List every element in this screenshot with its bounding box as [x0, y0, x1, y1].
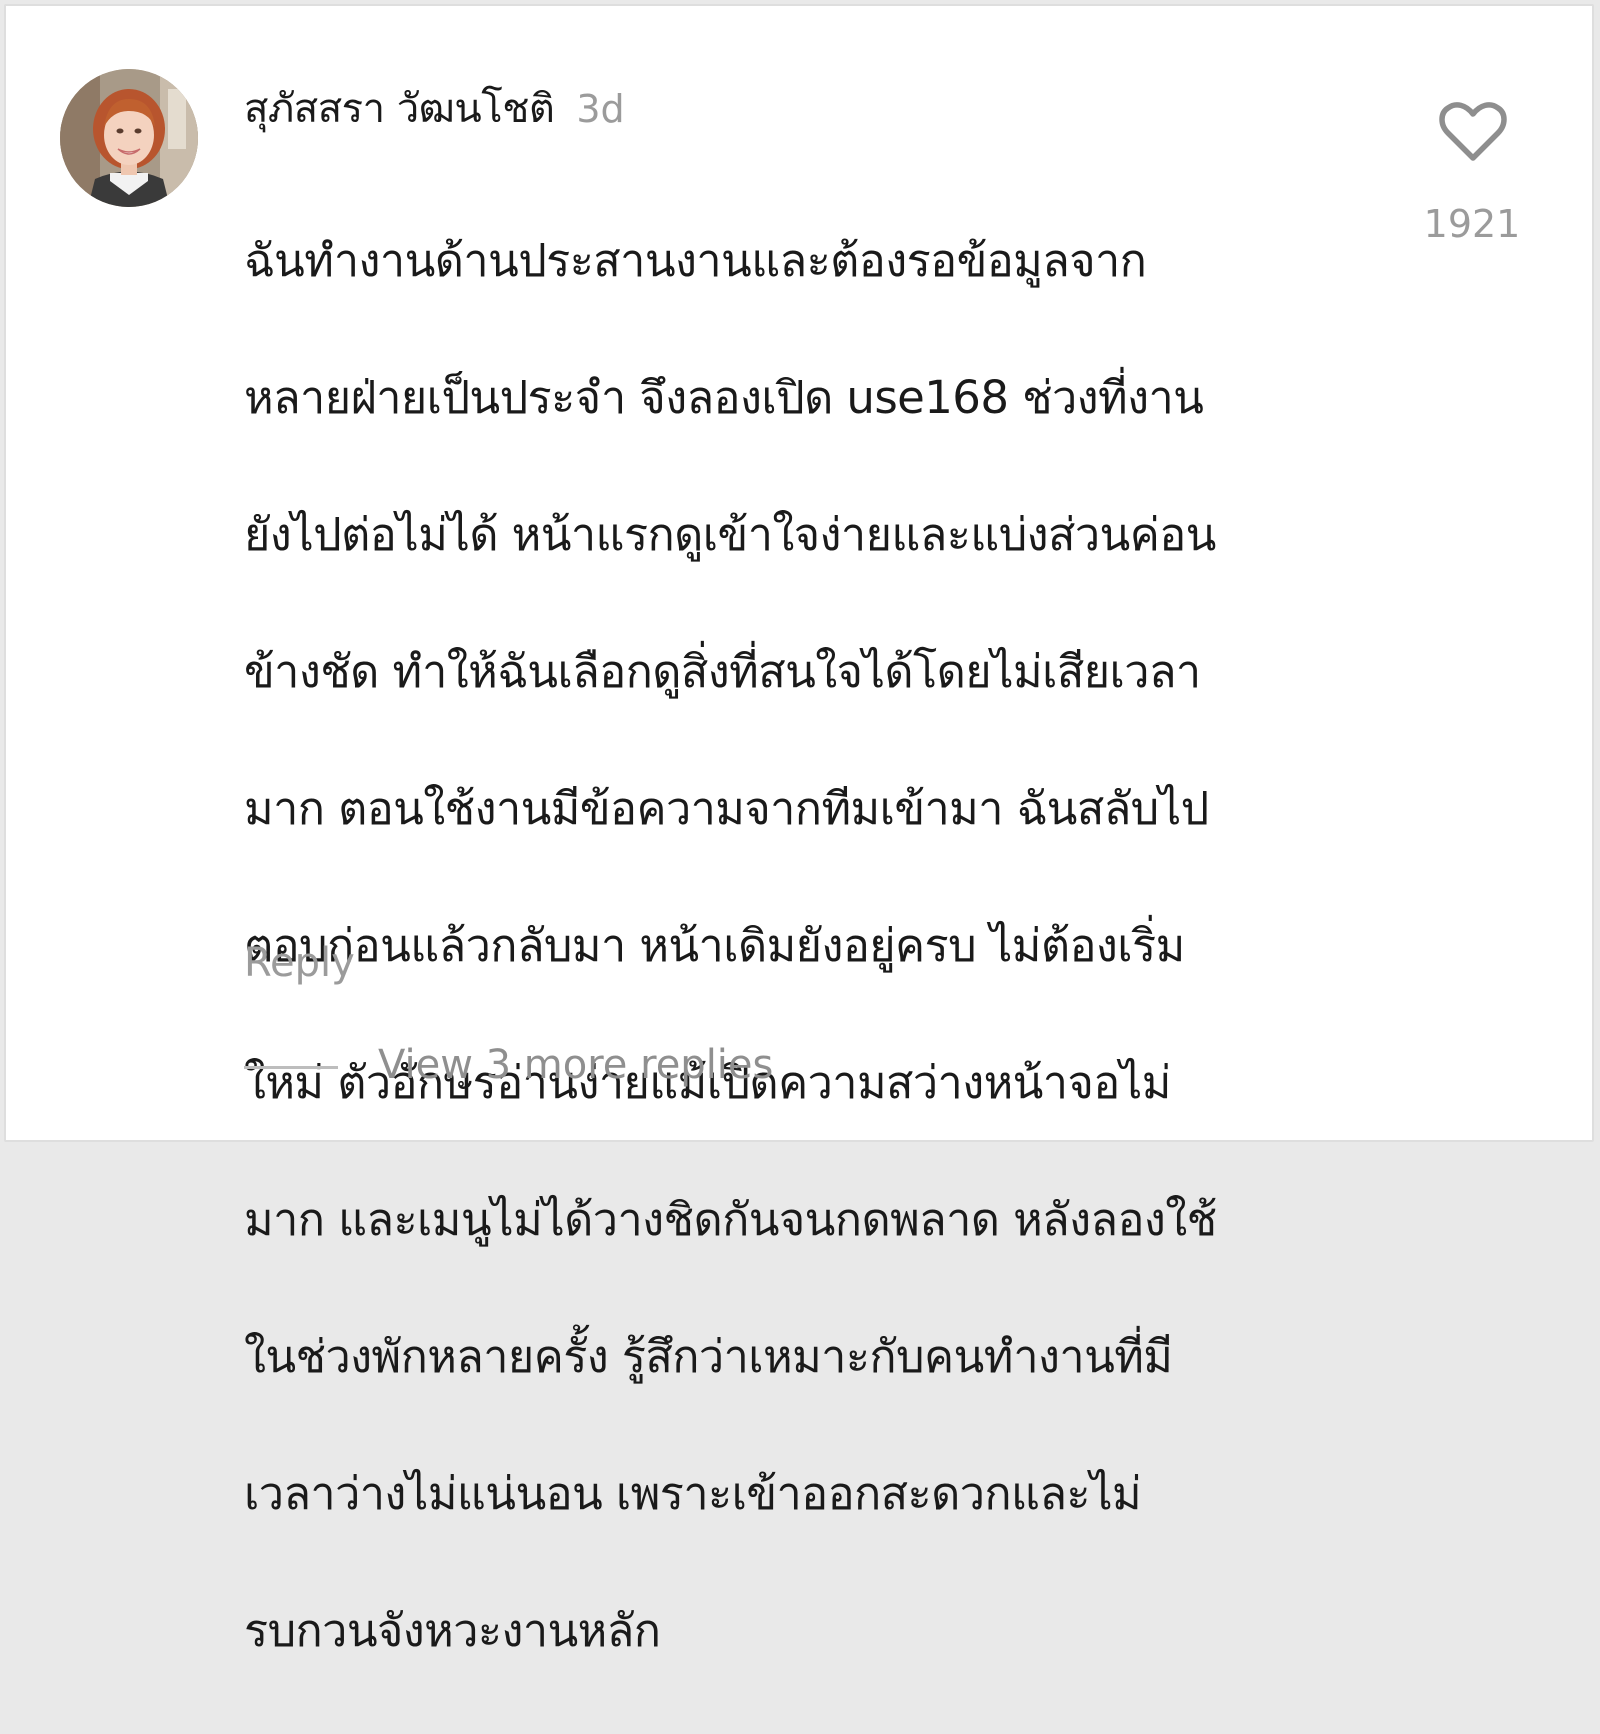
- avatar[interactable]: [60, 69, 198, 207]
- avatar-image: [60, 69, 198, 207]
- heart-outline-icon: [1439, 102, 1507, 161]
- comment-line: รบกวนจังหวะงานหลัก: [244, 1603, 661, 1657]
- reply-button[interactable]: Reply: [244, 940, 355, 986]
- comment-line: ยังไปต่อไม่ได้ หน้าแรกดูเข้าใจง่ายและแบ่…: [244, 507, 1216, 561]
- comment-line: ในช่วงพักหลายครั้ง รู้สึกว่าเหมาะกับคนทำ…: [244, 1329, 1173, 1383]
- comment-line: ตอบก่อนแล้วกลับมา หน้าเดิมยังอยู่ครบ ไม่…: [244, 918, 1185, 972]
- timestamp: 3d: [576, 87, 625, 131]
- comment-line: เวลาว่างไม่แน่นอน เพราะเข้าออกสะดวกและไม…: [244, 1466, 1142, 1520]
- comment-header: สุภัสสรา วัฒนโชติ 3d: [244, 76, 625, 136]
- comment-line: ข้างชัด ทำให้ฉันเลือกดูสิ่งที่สนใจได้โดย…: [244, 644, 1201, 698]
- username[interactable]: สุภัสสรา วัฒนโชติ: [244, 76, 555, 140]
- replies-divider: [244, 1066, 338, 1069]
- like-count: 1921: [1423, 202, 1521, 246]
- comment-line: มาก และเมนูไม่ได้วางชิดกันจนกดพลาด หลังล…: [244, 1192, 1217, 1246]
- comment-text: ฉันทำงานด้านประสานงานและต้องรอข้อมูลจาก …: [244, 158, 1354, 1734]
- comment-line: หลายฝ่ายเป็นประจำ จึงลองเปิด use168 ช่วง…: [244, 370, 1204, 424]
- like-button[interactable]: [1438, 102, 1508, 164]
- comment-card: สุภัสสรา วัฒนโชติ 3d ฉันทำงานด้านประสานง…: [4, 4, 1594, 1657]
- view-more-replies-button[interactable]: View 3 more replies: [378, 1042, 773, 1088]
- comment-line: ฉันทำงานด้านประสานงานและต้องรอข้อมูลจาก: [244, 233, 1147, 287]
- comment-line: มาก ตอนใช้งานมีข้อความจากทีมเข้ามา ฉันสล…: [244, 781, 1209, 835]
